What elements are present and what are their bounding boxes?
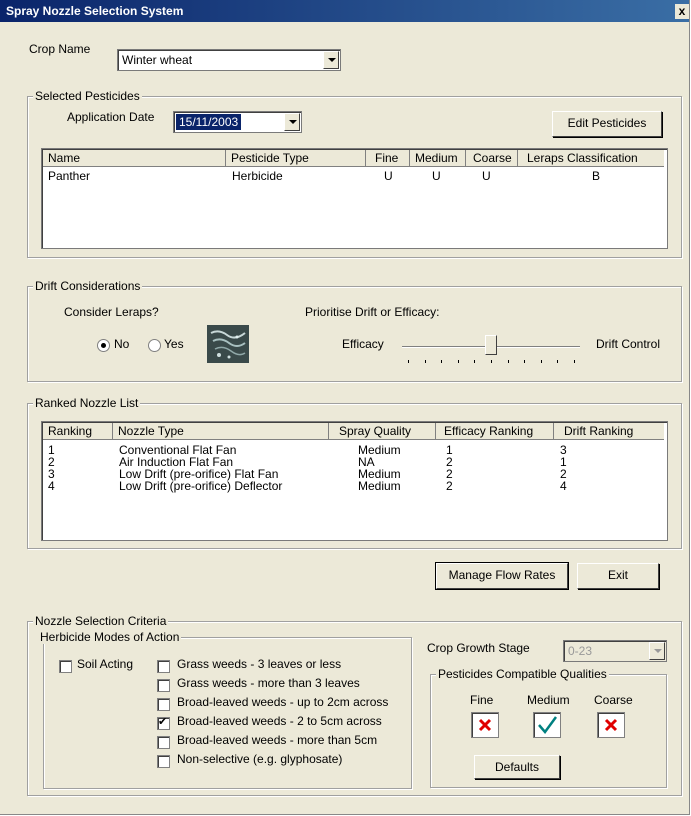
title-bar: Spray Nozzle Selection System x (0, 0, 689, 22)
table-cell: 2 (446, 479, 453, 493)
pesticides-table[interactable]: Name Pesticide Type Fine Medium Coarse L… (41, 148, 668, 249)
slider-tick (425, 360, 426, 363)
table-cell: 4 (48, 479, 55, 493)
mode-label: Grass weeds - more than 3 leaves (177, 676, 360, 690)
herbicide-modes-legend: Herbicide Modes of Action (38, 630, 182, 644)
quality-label-medium: Medium (527, 693, 570, 707)
cross-icon (597, 712, 625, 738)
compatible-qualities-legend: Pesticides Compatible Qualities (436, 667, 609, 681)
slider-tick (408, 360, 409, 363)
cell-coarse: U (482, 169, 491, 183)
prioritise-label: Prioritise Drift or Efficacy: (305, 305, 440, 319)
column-header-pesticide-type[interactable]: Pesticide Type (226, 150, 366, 167)
slider-tick (474, 360, 475, 363)
column-header-leraps[interactable]: Leraps Classification (518, 150, 664, 167)
cell-name: Panther (48, 169, 91, 183)
column-header-fine[interactable]: Fine (366, 150, 410, 167)
drift-considerations-legend: Drift Considerations (33, 279, 143, 293)
efficacy-label: Efficacy (342, 337, 384, 351)
application-date-value: 15/11/2003 (176, 114, 242, 130)
crop-name-label: Crop Name (29, 42, 91, 56)
crop-name-select[interactable]: Winter wheat (117, 49, 341, 71)
column-header-spray-quality[interactable]: Spray Quality (329, 423, 436, 440)
ranked-nozzle-table[interactable]: Ranking Nozzle Type Spray Quality Effica… (41, 421, 668, 541)
column-header-coarse[interactable]: Coarse (466, 150, 518, 167)
selected-pesticides-legend: Selected Pesticides (33, 89, 142, 103)
table-cell: Low Drift (pre-orifice) Deflector (119, 479, 283, 493)
mode-label: Broad-leaved weeds - up to 2cm across (177, 695, 389, 709)
slider-tick (441, 360, 442, 363)
defaults-button[interactable]: Defaults (474, 755, 560, 779)
cross-icon (471, 712, 499, 738)
drift-control-label: Drift Control (596, 337, 661, 351)
crop-name-value: Winter wheat (122, 53, 193, 67)
exit-button[interactable]: Exit (577, 563, 659, 589)
mode-label: Broad-leaved weeds - 2 to 5cm across (177, 714, 382, 728)
quality-label-fine: Fine (470, 693, 494, 707)
slider-thumb[interactable] (485, 335, 497, 355)
slider-tick (557, 360, 558, 363)
window-title: Spray Nozzle Selection System (6, 4, 184, 18)
table-cell: Medium (358, 479, 401, 493)
soil-acting-label: Soil Acting (77, 657, 134, 671)
column-header-drift-ranking[interactable]: Drift Ranking (554, 423, 664, 440)
check-icon (533, 712, 561, 738)
column-header-efficacy-ranking[interactable]: Efficacy Ranking (436, 423, 554, 440)
cell-leraps: B (592, 169, 601, 183)
drift-efficacy-slider[interactable] (402, 330, 580, 370)
mode-checkbox[interactable] (157, 755, 170, 768)
spray-drift-icon (207, 325, 249, 363)
mode-checkbox[interactable] (157, 660, 170, 673)
slider-tick (508, 360, 509, 363)
mode-checkbox[interactable] (157, 715, 170, 730)
column-header-ranking[interactable]: Ranking (43, 423, 113, 440)
slider-tick (524, 360, 525, 363)
leraps-yes-label: Yes (164, 337, 184, 351)
table-cell: 4 (560, 479, 567, 493)
leraps-no-label: No (114, 337, 130, 351)
leraps-yes-radio[interactable] (148, 339, 161, 352)
mode-checkbox[interactable] (157, 679, 170, 692)
manage-flow-rates-button[interactable]: Manage Flow Rates (435, 562, 569, 590)
mode-label: Broad-leaved weeds - more than 5cm (177, 733, 378, 747)
column-header-nozzle-type[interactable]: Nozzle Type (113, 423, 329, 440)
mode-checkbox[interactable] (157, 698, 170, 711)
slider-tick (458, 360, 459, 363)
column-header-medium[interactable]: Medium (410, 150, 466, 167)
leraps-no-radio[interactable] (97, 339, 110, 352)
spray-drift-icon-svg (207, 325, 249, 363)
slider-tick (541, 360, 542, 363)
crop-growth-stage-value: 0-23 (568, 644, 593, 658)
soil-acting-checkbox[interactable] (59, 660, 72, 673)
application-date-picker[interactable]: 15/11/2003 (173, 111, 302, 133)
slider-tick (491, 360, 492, 363)
crop-growth-stage-label: Crop Growth Stage (427, 641, 530, 655)
cell-fine: U (384, 169, 393, 183)
chevron-down-icon[interactable] (323, 51, 339, 69)
close-icon[interactable]: x (675, 4, 689, 19)
nozzle-selection-criteria-legend: Nozzle Selection Criteria (33, 614, 169, 628)
mode-label: Grass weeds - 3 leaves or less (177, 657, 342, 671)
drift-considerations-group: Drift Considerations (27, 279, 682, 382)
application-date-label: Application Date (67, 110, 155, 124)
cell-pesticide-type: Herbicide (232, 169, 283, 183)
crop-growth-stage-select[interactable]: 0-23 (563, 640, 667, 662)
column-header-name[interactable]: Name (43, 150, 226, 167)
app-window: Spray Nozzle Selection System x Crop Nam… (0, 0, 690, 815)
chevron-down-icon[interactable] (649, 642, 665, 660)
slider-tick (574, 360, 575, 363)
cell-medium: U (432, 169, 441, 183)
chevron-down-icon[interactable] (284, 113, 300, 131)
quality-label-coarse: Coarse (594, 693, 633, 707)
consider-leraps-label: Consider Leraps? (64, 305, 159, 319)
edit-pesticides-button[interactable]: Edit Pesticides (552, 111, 662, 137)
mode-label: Non-selective (e.g. glyphosate) (177, 752, 343, 766)
mode-checkbox[interactable] (157, 736, 170, 749)
ranked-nozzle-legend: Ranked Nozzle List (33, 396, 141, 410)
